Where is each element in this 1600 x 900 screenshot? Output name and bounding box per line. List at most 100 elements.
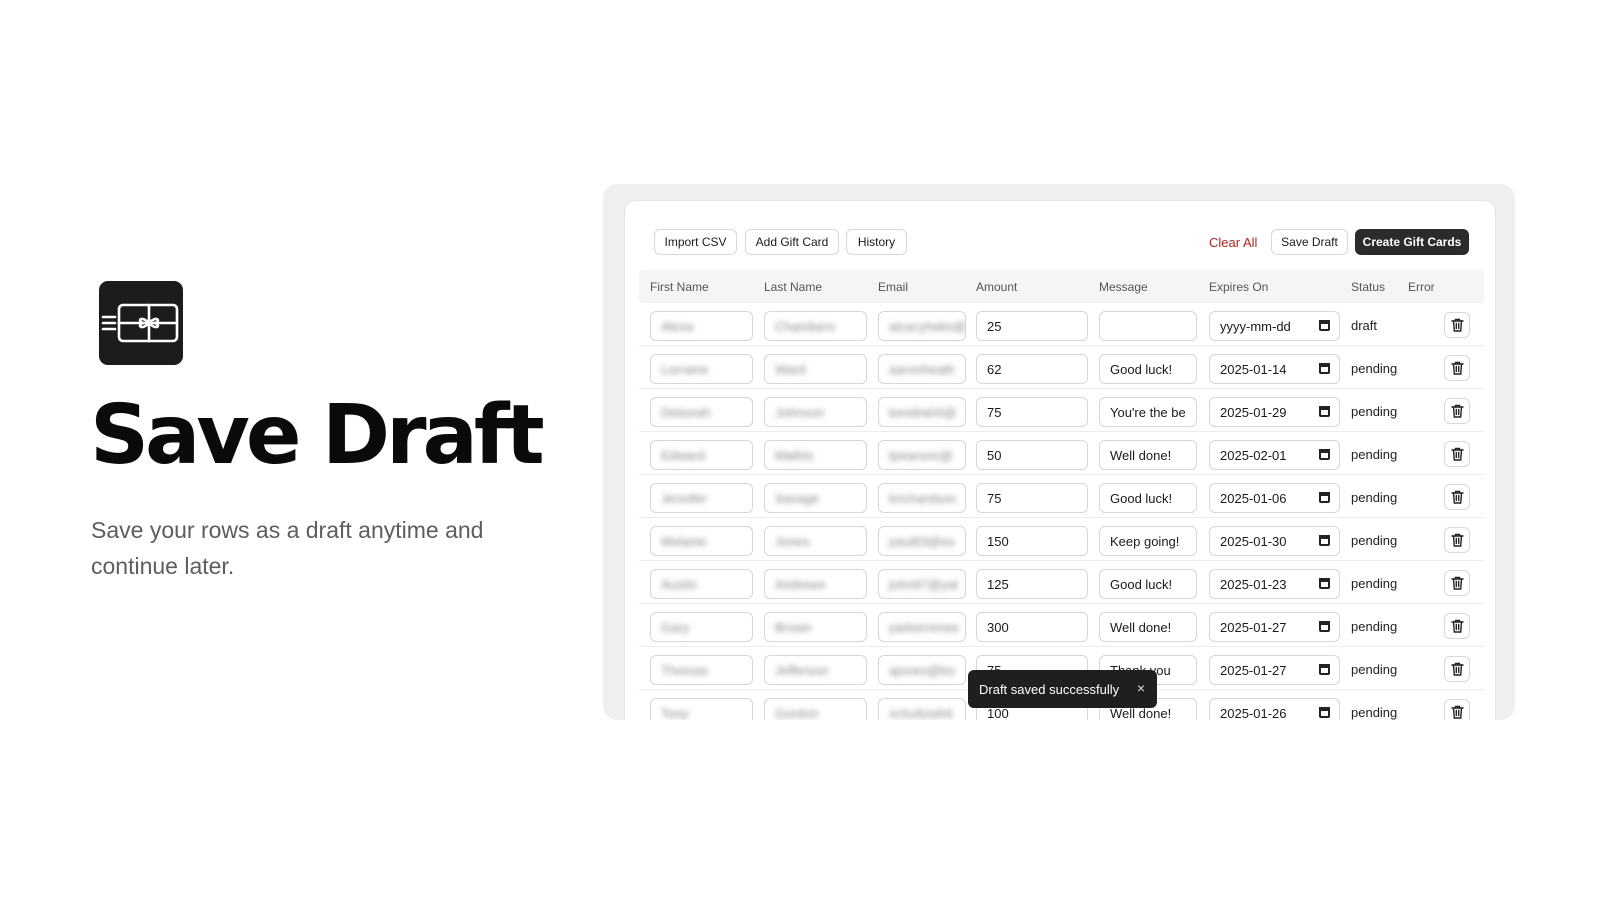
history-button[interactable]: History (846, 229, 907, 255)
amount-input[interactable]: 75 (976, 483, 1088, 513)
amount-input[interactable]: 300 (976, 612, 1088, 642)
expires-on-input[interactable]: 2025-02-01 (1209, 440, 1340, 470)
calendar-icon[interactable] (1319, 406, 1330, 417)
delete-row-button[interactable] (1444, 613, 1470, 639)
delete-row-button[interactable] (1444, 441, 1470, 467)
last-name-input[interactable]: Johnson (764, 397, 867, 427)
first-name-input[interactable]: Deborah (650, 397, 753, 427)
amount-input[interactable]: 150 (976, 526, 1088, 556)
calendar-icon[interactable] (1319, 535, 1330, 546)
delete-row-button[interactable] (1444, 656, 1470, 682)
calendar-icon[interactable] (1319, 492, 1330, 503)
amount-input-value: 75 (987, 404, 1002, 420)
expires-on-input[interactable]: 2025-01-06 (1209, 483, 1340, 513)
message-input[interactable]: Good luck! (1099, 354, 1197, 384)
calendar-icon[interactable] (1319, 449, 1330, 460)
last-name-input[interactable]: Chambers (764, 311, 867, 341)
amount-input-value: 300 (987, 619, 1009, 635)
email-input[interactable]: ajones@bo (878, 655, 966, 685)
first-name-input[interactable]: Austin (650, 569, 753, 599)
create-gift-cards-button[interactable]: Create Gift Cards (1355, 229, 1469, 255)
add-gift-card-button[interactable]: Add Gift Card (745, 229, 839, 255)
email-input[interactable]: schultzwhit (878, 698, 966, 720)
first-name-input[interactable]: Thomas (650, 655, 753, 685)
gift-card-icon (99, 281, 183, 365)
message-input[interactable]: You're the be (1099, 397, 1197, 427)
amount-input-value: 25 (987, 318, 1002, 334)
email-input[interactable]: kendra04@ (878, 397, 966, 427)
column-header-error: Error (1408, 280, 1435, 294)
message-input[interactable]: Well done! (1099, 612, 1197, 642)
column-header-last-name: Last Name (764, 280, 823, 294)
delete-row-button[interactable] (1444, 527, 1470, 553)
message-input[interactable]: Keep going! (1099, 526, 1197, 556)
message-input[interactable]: Well done! (1099, 440, 1197, 470)
page-title: Save Draft (90, 388, 545, 483)
first-name-input[interactable]: Gary (650, 612, 753, 642)
expires-on-input[interactable]: yyyy-mm-dd (1209, 311, 1340, 341)
email-input[interactable]: john97@yal (878, 569, 966, 599)
column-header-email: Email (878, 280, 909, 294)
email-input[interactable]: aicacyheks@ (878, 311, 966, 341)
last-name-input[interactable]: Mathis (764, 440, 867, 470)
last-name-input[interactable]: Jefferson (764, 655, 867, 685)
expires-on-input[interactable]: 2025-01-26 (1209, 698, 1340, 720)
last-name-input-value: Johnson (775, 404, 825, 420)
last-name-input[interactable]: Jones (764, 526, 867, 556)
first-name-input[interactable]: Edward (650, 440, 753, 470)
import-csv-button[interactable]: Import CSV (654, 229, 737, 255)
save-draft-button[interactable]: Save Draft (1271, 229, 1348, 255)
amount-input[interactable]: 75 (976, 397, 1088, 427)
last-name-input[interactable]: Ward (764, 354, 867, 384)
calendar-icon[interactable] (1319, 621, 1330, 632)
message-input[interactable]: Good luck! (1099, 483, 1197, 513)
expires-on-input[interactable]: 2025-01-23 (1209, 569, 1340, 599)
expires-on-input[interactable]: 2025-01-30 (1209, 526, 1340, 556)
first-name-input[interactable]: Melanie (650, 526, 753, 556)
delete-row-button[interactable] (1444, 312, 1470, 338)
page-subtitle: Save your rows as a draft anytime and co… (91, 517, 484, 579)
first-name-input[interactable]: Jennifer (650, 483, 753, 513)
email-input-value: schultzwhit (889, 705, 953, 721)
message-input[interactable] (1099, 311, 1197, 341)
calendar-icon[interactable] (1319, 578, 1330, 589)
close-icon[interactable]: × (1137, 680, 1145, 696)
message-input[interactable]: Good luck! (1099, 569, 1197, 599)
email-input[interactable]: tpearson@ (878, 440, 966, 470)
trash-icon (1450, 404, 1464, 418)
table-row: Jennifer Savage krichardson 75 Good luck! 202… (639, 475, 1484, 518)
expires-on-input[interactable]: 2025-01-27 (1209, 612, 1340, 642)
email-input[interactable]: krichardson (878, 483, 966, 513)
last-name-input[interactable]: Gordon (764, 698, 867, 720)
amount-input[interactable]: 25 (976, 311, 1088, 341)
expires-on-input-value: yyyy-mm-dd (1220, 318, 1291, 334)
delete-row-button[interactable] (1444, 570, 1470, 596)
calendar-icon[interactable] (1319, 363, 1330, 374)
first-name-input[interactable]: Lorraine (650, 354, 753, 384)
last-name-input[interactable]: Andrews (764, 569, 867, 599)
calendar-icon[interactable] (1319, 707, 1330, 718)
delete-row-button[interactable] (1444, 484, 1470, 510)
amount-input[interactable]: 62 (976, 354, 1088, 384)
delete-row-button[interactable] (1444, 398, 1470, 424)
expires-on-input[interactable]: 2025-01-29 (1209, 397, 1340, 427)
status-text: draft (1351, 318, 1378, 333)
email-input[interactable]: aaronheath (878, 354, 966, 384)
delete-row-button[interactable] (1444, 699, 1470, 720)
calendar-icon[interactable] (1319, 320, 1330, 331)
expires-on-input[interactable]: 2025-01-14 (1209, 354, 1340, 384)
first-name-input[interactable]: Alexa (650, 311, 753, 341)
expires-on-input-value: 2025-01-27 (1220, 662, 1287, 678)
last-name-input[interactable]: Savage (764, 483, 867, 513)
expires-on-input[interactable]: 2025-01-27 (1209, 655, 1340, 685)
delete-row-button[interactable] (1444, 355, 1470, 381)
amount-input[interactable]: 125 (976, 569, 1088, 599)
email-input[interactable]: parkerrenee (878, 612, 966, 642)
last-name-input[interactable]: Brown (764, 612, 867, 642)
calendar-icon[interactable] (1319, 664, 1330, 675)
first-name-input[interactable]: Tony (650, 698, 753, 720)
clear-all-button[interactable]: Clear All (1209, 229, 1257, 255)
amount-input[interactable]: 50 (976, 440, 1088, 470)
email-input[interactable]: paul63@ex (878, 526, 966, 556)
message-input-value: Keep going! (1110, 533, 1180, 549)
